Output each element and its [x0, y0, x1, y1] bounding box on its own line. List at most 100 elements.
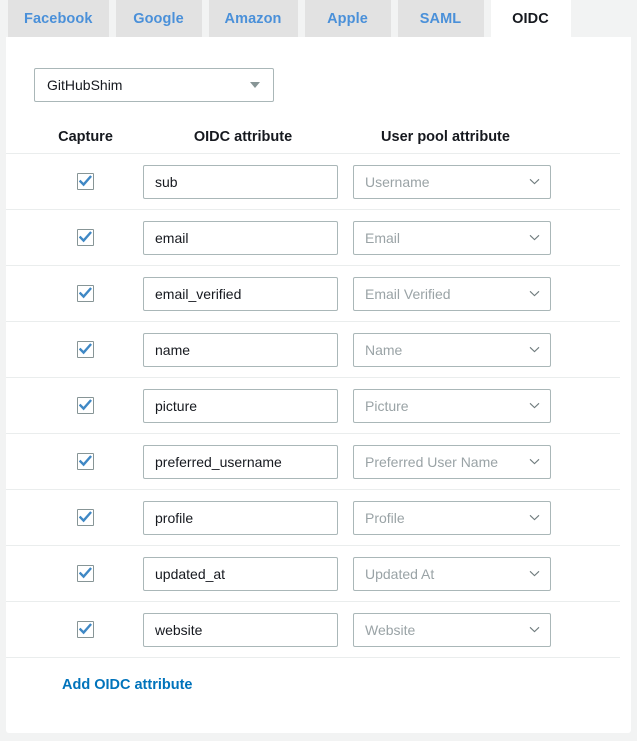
user-pool-attribute-value: Picture	[365, 397, 409, 414]
tab-label: OIDC	[512, 10, 549, 27]
chevron-down-icon	[529, 234, 540, 241]
chevron-down-icon	[529, 402, 540, 409]
capture-checkbox[interactable]	[77, 173, 94, 190]
capture-checkbox[interactable]	[77, 341, 94, 358]
capture-checkbox[interactable]	[77, 285, 94, 302]
capture-checkbox[interactable]	[77, 397, 94, 414]
table-row: Updated At	[6, 545, 620, 601]
cell-capture	[28, 621, 143, 638]
chevron-down-icon	[529, 346, 540, 353]
user-pool-attribute-select[interactable]: Picture	[353, 388, 551, 423]
cell-oidc-attribute	[143, 444, 353, 479]
chevron-down-icon	[529, 626, 540, 633]
table-row: Name	[6, 321, 620, 377]
user-pool-attribute-select[interactable]: Email	[353, 220, 551, 255]
table-footer: Add OIDC attribute	[6, 657, 620, 711]
cell-oidc-attribute	[143, 164, 353, 199]
user-pool-attribute-select[interactable]: Email Verified	[353, 276, 551, 311]
user-pool-attribute-select[interactable]: Website	[353, 612, 551, 647]
oidc-attribute-input[interactable]	[143, 444, 338, 479]
chevron-down-icon	[529, 290, 540, 297]
cell-oidc-attribute	[143, 332, 353, 367]
tab-label: Google	[133, 10, 184, 27]
cell-oidc-attribute	[143, 556, 353, 591]
cell-user-pool-attribute: Username	[353, 164, 571, 199]
user-pool-attribute-select[interactable]: Username	[353, 164, 551, 199]
chevron-down-icon	[529, 570, 540, 577]
oidc-attribute-input[interactable]	[143, 500, 338, 535]
tab-oidc[interactable]: OIDC	[490, 0, 571, 37]
table-row: Email Verified	[6, 265, 620, 321]
user-pool-attribute-value: Updated At	[365, 565, 435, 582]
tab-label: Apple	[327, 10, 368, 27]
cell-oidc-attribute	[143, 276, 353, 311]
oidc-attribute-input[interactable]	[143, 556, 338, 591]
cell-user-pool-attribute: Preferred User Name	[353, 444, 571, 479]
capture-checkbox[interactable]	[77, 565, 94, 582]
tab-google[interactable]: Google	[115, 0, 202, 37]
table-body: Username Email Email Verified Name Picture Pr…	[6, 153, 631, 657]
cell-capture	[28, 565, 143, 582]
tab-facebook[interactable]: Facebook	[8, 0, 109, 37]
user-pool-attribute-select[interactable]: Updated At	[353, 556, 551, 591]
oidc-attribute-input[interactable]	[143, 332, 338, 367]
table-row: Picture	[6, 377, 620, 433]
identity-provider-tabs: Facebook Google Amazon Apple SAML OIDC	[0, 0, 637, 37]
user-pool-attribute-value: Preferred User Name	[365, 453, 499, 470]
cell-oidc-attribute	[143, 500, 353, 535]
cell-capture	[28, 285, 143, 302]
add-oidc-attribute-link[interactable]: Add OIDC attribute	[62, 677, 193, 693]
table-row: Website	[6, 601, 620, 657]
column-header-user-pool-attribute: User pool attribute	[381, 129, 510, 145]
table-row: Email	[6, 209, 620, 265]
cell-user-pool-attribute: Email	[353, 220, 571, 255]
user-pool-attribute-value: Email Verified	[365, 285, 451, 302]
chevron-down-icon	[529, 514, 540, 521]
caret-down-icon	[250, 82, 260, 88]
cell-oidc-attribute	[143, 388, 353, 423]
chevron-down-icon	[529, 458, 540, 465]
user-pool-attribute-select[interactable]: Preferred User Name	[353, 444, 551, 479]
oidc-attribute-input[interactable]	[143, 388, 338, 423]
cell-capture	[28, 397, 143, 414]
cell-oidc-attribute	[143, 612, 353, 647]
cell-user-pool-attribute: Email Verified	[353, 276, 571, 311]
oidc-attribute-mapping-page: Facebook Google Amazon Apple SAML OIDC G…	[0, 0, 637, 741]
user-pool-attribute-select[interactable]: Profile	[353, 500, 551, 535]
user-pool-attribute-select[interactable]: Name	[353, 332, 551, 367]
oidc-attribute-input[interactable]	[143, 276, 338, 311]
cell-user-pool-attribute: Website	[353, 612, 571, 647]
tab-apple[interactable]: Apple	[304, 0, 391, 37]
tab-label: SAML	[419, 10, 462, 27]
tab-label: Facebook	[24, 10, 93, 27]
cell-user-pool-attribute: Name	[353, 332, 571, 367]
oidc-panel: GitHubShim Capture OIDC attribute User p…	[6, 37, 631, 733]
oidc-attribute-input[interactable]	[143, 612, 338, 647]
user-pool-attribute-value: Name	[365, 341, 403, 358]
column-header-oidc-attribute: OIDC attribute	[193, 129, 293, 145]
oidc-attribute-input[interactable]	[143, 164, 338, 199]
table-row: Profile	[6, 489, 620, 545]
provider-select[interactable]: GitHubShim	[34, 68, 274, 102]
user-pool-attribute-value: Email	[365, 229, 401, 246]
tab-label: Amazon	[224, 10, 282, 27]
capture-checkbox[interactable]	[77, 229, 94, 246]
user-pool-attribute-value: Profile	[365, 509, 405, 526]
cell-user-pool-attribute: Picture	[353, 388, 571, 423]
chevron-down-icon	[529, 178, 540, 185]
cell-user-pool-attribute: Updated At	[353, 556, 571, 591]
tab-amazon[interactable]: Amazon	[208, 0, 298, 37]
cell-oidc-attribute	[143, 220, 353, 255]
tab-saml[interactable]: SAML	[397, 0, 484, 37]
attribute-mapping-table: Capture OIDC attribute User pool attribu…	[6, 121, 631, 711]
cell-capture	[28, 453, 143, 470]
capture-checkbox[interactable]	[77, 453, 94, 470]
column-header-capture: Capture	[58, 129, 113, 145]
table-row: Username	[6, 153, 620, 209]
user-pool-attribute-value: Username	[365, 173, 430, 190]
table-header-row: Capture OIDC attribute User pool attribu…	[6, 121, 631, 153]
oidc-attribute-input[interactable]	[143, 220, 338, 255]
table-row: Preferred User Name	[6, 433, 620, 489]
capture-checkbox[interactable]	[77, 509, 94, 526]
capture-checkbox[interactable]	[77, 621, 94, 638]
